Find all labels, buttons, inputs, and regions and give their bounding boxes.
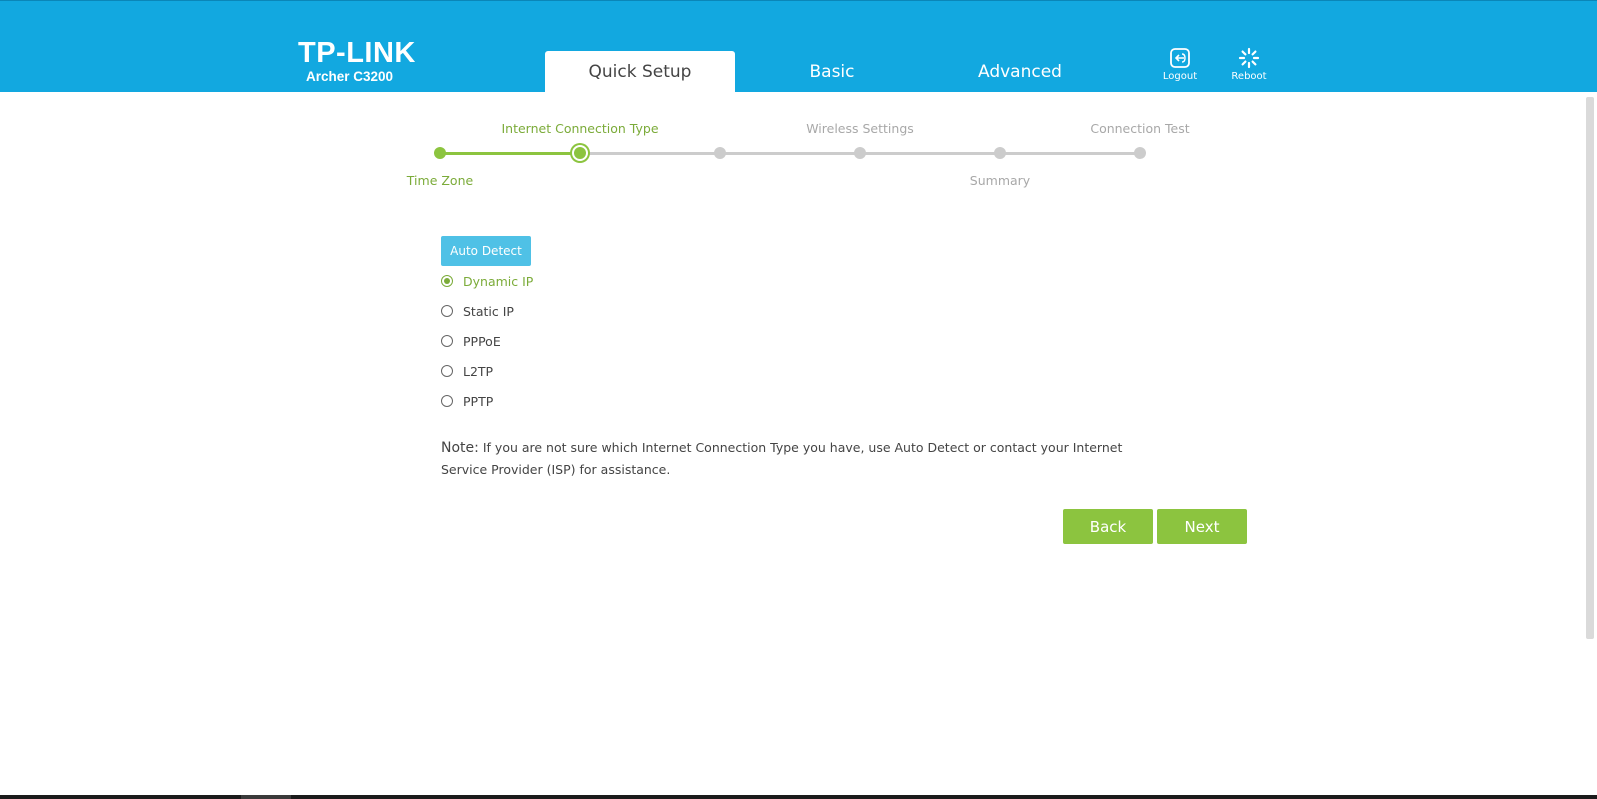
step-dot-internet-connection-type [574, 147, 586, 159]
step-dot-end [1134, 147, 1146, 159]
option-pptp[interactable]: PPTP [441, 391, 493, 411]
top-header: TP-LINK Archer C3200 Quick Setup Basic A… [0, 0, 1597, 93]
option-label-dynamic-ip: Dynamic IP [463, 273, 534, 289]
back-button[interactable]: Back [1063, 509, 1153, 544]
radio-l2tp[interactable] [441, 365, 453, 377]
step-label-connection-test: Connection Test [1090, 121, 1190, 136]
logout-icon [1170, 48, 1190, 68]
note-text: Note: If you are not sure which Internet … [441, 437, 1161, 480]
reboot-button[interactable]: Reboot [1219, 47, 1279, 82]
brand-logo: TP-LINK [298, 37, 416, 69]
option-l2tp[interactable]: L2TP [441, 361, 493, 381]
progress-track-completed [440, 152, 580, 155]
radio-pppoe[interactable] [441, 335, 453, 347]
logout-button[interactable]: Logout [1150, 47, 1210, 82]
option-label-pptp: PPTP [463, 393, 494, 409]
step-label-summary: Summary [969, 173, 1031, 188]
reboot-label: Reboot [1231, 71, 1267, 82]
option-label-static-ip: Static IP [463, 303, 514, 319]
note-body: If you are not sure which Internet Conne… [441, 440, 1123, 477]
step-dot-time-zone [434, 147, 446, 159]
step-dot-summary [854, 147, 866, 159]
reboot-icon [1238, 47, 1260, 69]
radio-dynamic-ip[interactable] [441, 275, 453, 287]
step-dot-connection-test [994, 147, 1006, 159]
tab-advanced[interactable]: Advanced [925, 51, 1115, 93]
note-label: Note: [441, 440, 479, 456]
step-label-time-zone: Time Zone [406, 173, 474, 188]
bottom-edge-bar [0, 795, 1597, 799]
logout-label: Logout [1162, 71, 1198, 82]
model-name: Archer C3200 [306, 69, 394, 84]
step-label-wireless-settings: Wireless Settings [806, 121, 914, 136]
option-dynamic-ip[interactable]: Dynamic IP [441, 271, 533, 291]
step-dot-wireless-settings [714, 147, 726, 159]
radio-pptp[interactable] [441, 395, 453, 407]
next-button[interactable]: Next [1157, 509, 1247, 544]
option-pppoe[interactable]: PPPoE [441, 331, 501, 351]
step-label-internet-connection-type: Internet Connection Type [501, 121, 659, 136]
option-static-ip[interactable]: Static IP [441, 301, 514, 321]
radio-static-ip[interactable] [441, 305, 453, 317]
auto-detect-button[interactable]: Auto Detect [441, 236, 531, 266]
vertical-scrollbar[interactable] [1586, 97, 1594, 639]
option-label-l2tp: L2TP [463, 363, 494, 379]
tab-quick-setup[interactable]: Quick Setup [545, 51, 735, 93]
tab-basic[interactable]: Basic [737, 51, 927, 93]
option-label-pppoe: PPPoE [463, 333, 501, 349]
